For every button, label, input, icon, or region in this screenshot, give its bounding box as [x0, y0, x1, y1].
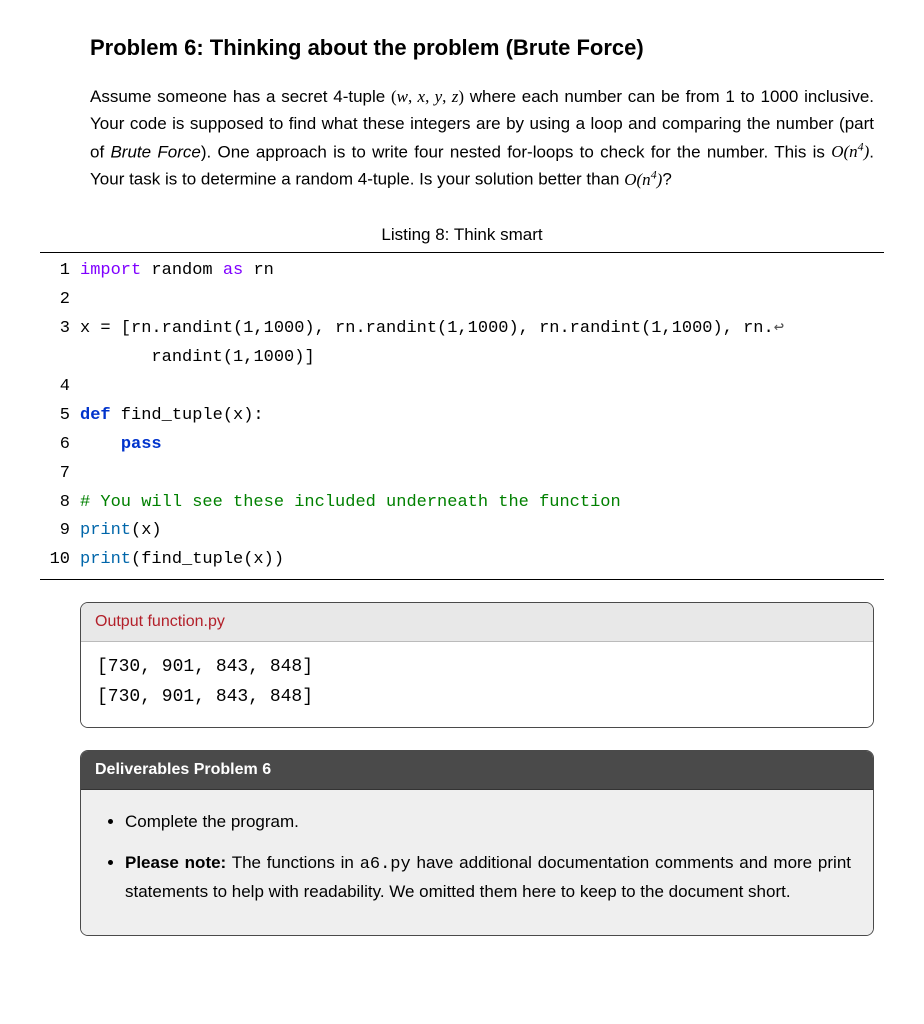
output-line: [730, 901, 843, 848]	[97, 652, 857, 683]
code-line: print(x)	[80, 517, 884, 546]
code-line: randint(1,1000)]	[80, 344, 884, 373]
code-line: # You will see these included underneath…	[80, 489, 884, 518]
code-line	[80, 286, 884, 315]
list-item: Please note: The functions in a6.py have…	[125, 849, 851, 905]
code-line: x = [rn.randint(1,1000), rn.randint(1,10…	[80, 315, 884, 344]
line-number: 10	[40, 546, 70, 575]
output-line: [730, 901, 843, 848]	[97, 682, 857, 713]
line-number: 2	[40, 286, 70, 315]
code-listing: 1 import random as rn 23 x = [rn.randint(1,…	[40, 252, 884, 580]
big-o-2: O(n4)	[624, 170, 662, 189]
deliverables-title: Deliverables Problem 6	[81, 751, 873, 790]
page: Problem 6: Thinking about the problem (B…	[0, 0, 924, 976]
line-number: 7	[40, 460, 70, 489]
deliverables-body: Complete the program. Please note: The f…	[81, 790, 873, 936]
line-number: 9	[40, 517, 70, 546]
code-filename: a6.py	[360, 855, 411, 874]
prose-text: ). One approach is to write four nested …	[201, 142, 831, 161]
rule-bottom	[40, 579, 884, 580]
line-number: 6	[40, 431, 70, 460]
output-body: [730, 901, 843, 848] [730, 901, 843, 848…	[81, 642, 873, 727]
deliverables-list: Complete the program. Please note: The f…	[103, 808, 851, 906]
code-line: def find_tuple(x):	[80, 402, 884, 431]
problem-heading: Problem 6: Thinking about the problem (B…	[90, 30, 874, 65]
output-box: Output function.py [730, 901, 843, 848] …	[80, 602, 874, 728]
problem-section: Problem 6: Thinking about the problem (B…	[90, 30, 874, 193]
tuple-expr: (w, x, y, z)	[391, 87, 464, 106]
deliverables-box: Deliverables Problem 6 Complete the prog…	[80, 750, 874, 936]
big-o-1: O(n4)	[831, 142, 869, 161]
deliverable-bold: Please note:	[125, 853, 226, 872]
code-line: print(find_tuple(x))	[80, 546, 884, 575]
line-number: 3	[40, 315, 70, 344]
problem-body: Assume someone has a secret 4-tuple (w, …	[90, 83, 874, 193]
list-item: Complete the program.	[125, 808, 851, 835]
code-line	[80, 460, 884, 489]
line-number: 8	[40, 489, 70, 518]
brute-force-term: Brute Force	[110, 142, 200, 161]
code-line	[80, 373, 884, 402]
deliverable-text: The functions in	[226, 853, 359, 872]
listing-caption: Listing 8: Think smart	[30, 221, 894, 248]
prose-text: ?	[662, 170, 671, 189]
line-number	[40, 344, 70, 373]
output-title: Output function.py	[81, 603, 873, 642]
line-number: 1	[40, 257, 70, 286]
deliverable-text: Complete the program.	[125, 812, 299, 831]
prose-text: Assume someone has a secret 4-tuple	[90, 87, 391, 106]
line-number: 4	[40, 373, 70, 402]
line-number: 5	[40, 402, 70, 431]
code-line: pass	[80, 431, 884, 460]
code-line: import random as rn	[80, 257, 884, 286]
